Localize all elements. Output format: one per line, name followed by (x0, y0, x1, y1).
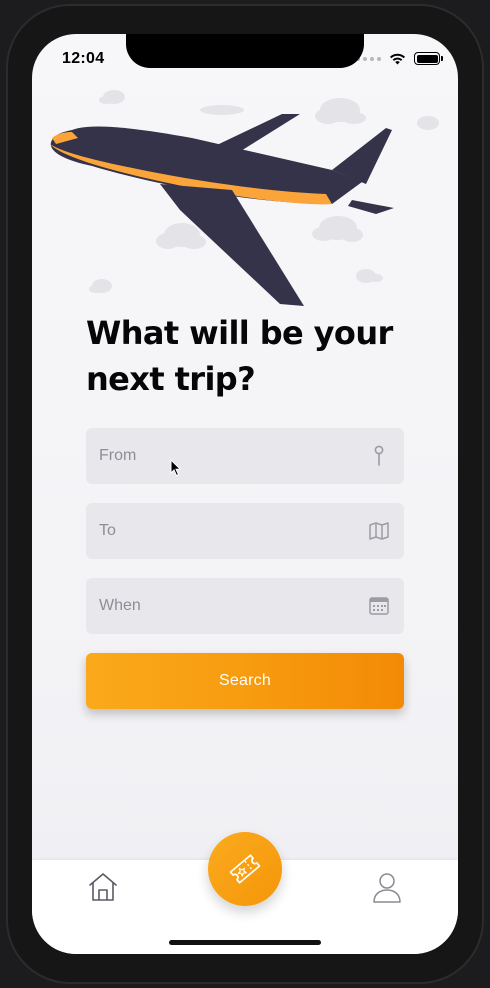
status-time: 12:04 (62, 50, 105, 67)
ticket-icon (229, 854, 261, 884)
from-placeholder: From (99, 447, 137, 464)
calendar-icon (368, 595, 390, 617)
home-indicator (169, 940, 321, 945)
when-field[interactable]: When (86, 578, 404, 634)
to-placeholder: To (99, 522, 116, 539)
battery-icon (414, 52, 443, 65)
airplane-illustration (50, 90, 439, 306)
mouse-cursor-icon (170, 459, 182, 477)
when-placeholder: When (99, 597, 141, 614)
device-notch (126, 34, 364, 68)
page-title-line-2: next trip? (86, 360, 256, 398)
home-icon[interactable] (88, 872, 118, 902)
search-button[interactable]: Search (86, 653, 404, 709)
from-field[interactable]: From (86, 428, 404, 484)
page-title: What will be your next trip? (86, 310, 416, 402)
page-title-line-1: What will be your (86, 314, 393, 352)
map-icon (368, 520, 390, 542)
profile-icon[interactable] (372, 872, 402, 904)
wifi-icon (390, 53, 405, 65)
tickets-fab-button[interactable] (208, 832, 282, 906)
location-pin-icon (368, 445, 390, 467)
app-screen: 12:04 What will be your next trip? From … (32, 34, 458, 954)
to-field[interactable]: To (86, 503, 404, 559)
airplane-icon (50, 114, 394, 306)
status-icons (356, 52, 443, 65)
